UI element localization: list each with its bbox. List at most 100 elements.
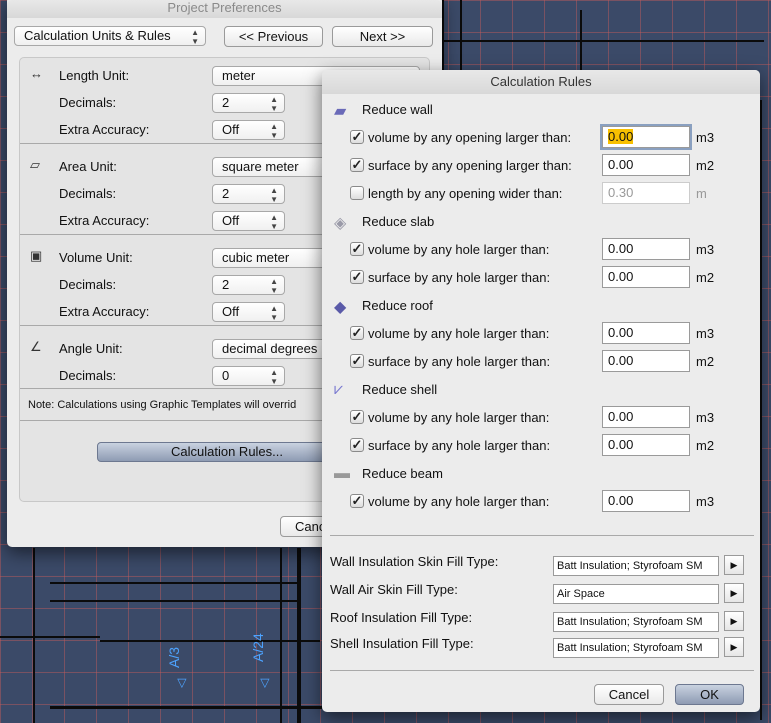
- next-button[interactable]: Next >>: [332, 26, 433, 47]
- row-label: Decimals:: [59, 186, 117, 201]
- checkbox-checked[interactable]: ✓: [350, 242, 364, 256]
- input-value: 0.00: [608, 129, 634, 144]
- checkbox-checked[interactable]: ✓: [350, 354, 364, 368]
- value-popup[interactable]: Off ▲ ▼: [212, 211, 285, 231]
- input-value: 0.00: [608, 157, 634, 172]
- length-unit-icon: ↔: [30, 66, 43, 81]
- threshold-input[interactable]: 0.30: [602, 182, 690, 204]
- checkbox-unchecked[interactable]: [350, 186, 364, 200]
- option-label: surface by any hole larger than:: [368, 354, 551, 369]
- note-text: Note: Calculations using Graphic Templat…: [28, 399, 297, 411]
- checkbox-checked[interactable]: ✓: [350, 130, 364, 144]
- threshold-input[interactable]: 0.00: [602, 126, 690, 148]
- threshold-input[interactable]: 0.00: [602, 490, 690, 512]
- updown-arrows-icon: ▲▼: [270, 95, 278, 113]
- updown-arrows-icon: ▲▼: [270, 122, 278, 140]
- popup-value: cubic meter: [222, 250, 290, 265]
- previous-button[interactable]: << Previous: [224, 26, 323, 47]
- section-label: Reduce wall: [362, 102, 433, 117]
- beam-icon: ▬: [334, 465, 350, 482]
- threshold-input[interactable]: 0.00: [602, 322, 690, 344]
- row-label: Decimals:: [59, 368, 117, 383]
- window-title: Project Preferences: [7, 0, 442, 18]
- unit-label: m2: [696, 158, 715, 173]
- threshold-input[interactable]: 0.00: [602, 238, 690, 260]
- marker-triangle-icon: ◁: [257, 678, 271, 688]
- input-value: 0.30: [608, 185, 634, 200]
- popup-value: square meter: [222, 159, 299, 174]
- cancel-button[interactable]: Cancel: [594, 684, 664, 705]
- checkbox-checked[interactable]: ✓: [350, 326, 364, 340]
- value-popup[interactable]: 0 ▲ ▼: [212, 366, 285, 386]
- checkbox-checked[interactable]: ✓: [350, 410, 364, 424]
- volume-unit-icon: ▣: [30, 248, 43, 263]
- section-label: Reduce slab: [362, 214, 435, 229]
- fill-type-menu-arrow-icon[interactable]: ▶: [724, 637, 744, 657]
- unit-label: m3: [696, 494, 715, 509]
- checkbox-checked[interactable]: ✓: [350, 270, 364, 284]
- unit-label: m2: [696, 270, 715, 285]
- updown-arrows-icon: ▲▼: [270, 186, 278, 204]
- option-label: surface by any hole larger than:: [368, 270, 551, 285]
- unit-label: m3: [696, 410, 715, 425]
- row-label: Extra Accuracy:: [59, 304, 150, 319]
- value-popup[interactable]: Off ▲ ▼: [212, 120, 285, 140]
- fill-type-field[interactable]: Batt Insulation; Styrofoam SM: [553, 556, 719, 576]
- checkbox-checked[interactable]: ✓: [350, 158, 364, 172]
- grid-tag: A/24: [250, 633, 266, 662]
- option-label: volume by any hole larger than:: [368, 326, 550, 341]
- popup-value: 0: [222, 368, 230, 383]
- popup-value: decimal degrees: [222, 341, 318, 356]
- fill-type-label: Wall Insulation Skin Fill Type:: [330, 554, 499, 569]
- fill-type-menu-arrow-icon[interactable]: ▶: [724, 611, 744, 631]
- popup-value: Off: [222, 304, 240, 319]
- value-popup[interactable]: Off ▲ ▼: [212, 302, 285, 322]
- value-popup[interactable]: 2 ▲ ▼: [212, 93, 285, 113]
- threshold-input[interactable]: 0.00: [602, 350, 690, 372]
- option-label: volume by any hole larger than:: [368, 242, 550, 257]
- value-popup[interactable]: 2 ▲ ▼: [212, 275, 285, 295]
- grid-tag: A/3: [166, 646, 182, 668]
- value-popup[interactable]: 2 ▲ ▼: [212, 184, 285, 204]
- threshold-input[interactable]: 0.00: [602, 266, 690, 288]
- page-selector-popup[interactable]: Calculation Units & Rules ▲ ▼: [14, 26, 206, 46]
- option-label: volume by any opening larger than:: [368, 130, 572, 145]
- fill-type-field[interactable]: Air Space: [553, 584, 719, 604]
- roof-icon: ◆: [334, 299, 347, 316]
- fill-type-menu-arrow-icon[interactable]: ▶: [724, 583, 744, 603]
- shell-icon: ⩗: [334, 381, 344, 398]
- input-value: 0.00: [608, 493, 634, 508]
- fill-type-menu-arrow-icon[interactable]: ▶: [724, 555, 744, 575]
- calculation-rules-button[interactable]: Calculation Rules...: [97, 442, 357, 462]
- row-label: Angle Unit:: [59, 341, 123, 356]
- popup-value: 2: [222, 95, 230, 110]
- checkbox-checked[interactable]: ✓: [350, 438, 364, 452]
- fill-type-field[interactable]: Batt Insulation; Styrofoam SM: [553, 612, 719, 632]
- row-label: Area Unit:: [59, 159, 117, 174]
- checkbox-checked[interactable]: ✓: [350, 494, 364, 508]
- unit-label: m3: [696, 326, 715, 341]
- unit-label: m3: [696, 130, 715, 145]
- option-label: length by any opening wider than:: [368, 186, 563, 201]
- section-label: Reduce roof: [362, 298, 433, 313]
- threshold-input[interactable]: 0.00: [602, 434, 690, 456]
- updown-arrows-icon: ▲▼: [270, 304, 278, 322]
- unit-label: m2: [696, 438, 715, 453]
- popup-value: 2: [222, 277, 230, 292]
- option-label: surface by any hole larger than:: [368, 438, 551, 453]
- area-unit-icon: ▱: [30, 157, 40, 172]
- unit-label: m2: [696, 354, 715, 369]
- fill-type-field[interactable]: Batt Insulation; Styrofoam SM: [553, 638, 719, 658]
- angle-unit-icon: ∠: [30, 339, 42, 354]
- popup-value: meter: [222, 68, 256, 83]
- threshold-input[interactable]: 0.00: [602, 154, 690, 176]
- input-value: 0.00: [608, 269, 634, 284]
- threshold-input[interactable]: 0.00: [602, 406, 690, 428]
- unit-label: m3: [696, 242, 715, 257]
- fill-type-label: Shell Insulation Fill Type:: [330, 636, 474, 651]
- calculation-rules-dialog: Calculation Rules Cancel OK ▰ Reduce wall…: [322, 70, 760, 712]
- ok-button[interactable]: OK: [675, 684, 744, 705]
- option-label: volume by any hole larger than:: [368, 494, 550, 509]
- slab-icon: ◈: [334, 215, 347, 232]
- input-value: 0.00: [608, 437, 634, 452]
